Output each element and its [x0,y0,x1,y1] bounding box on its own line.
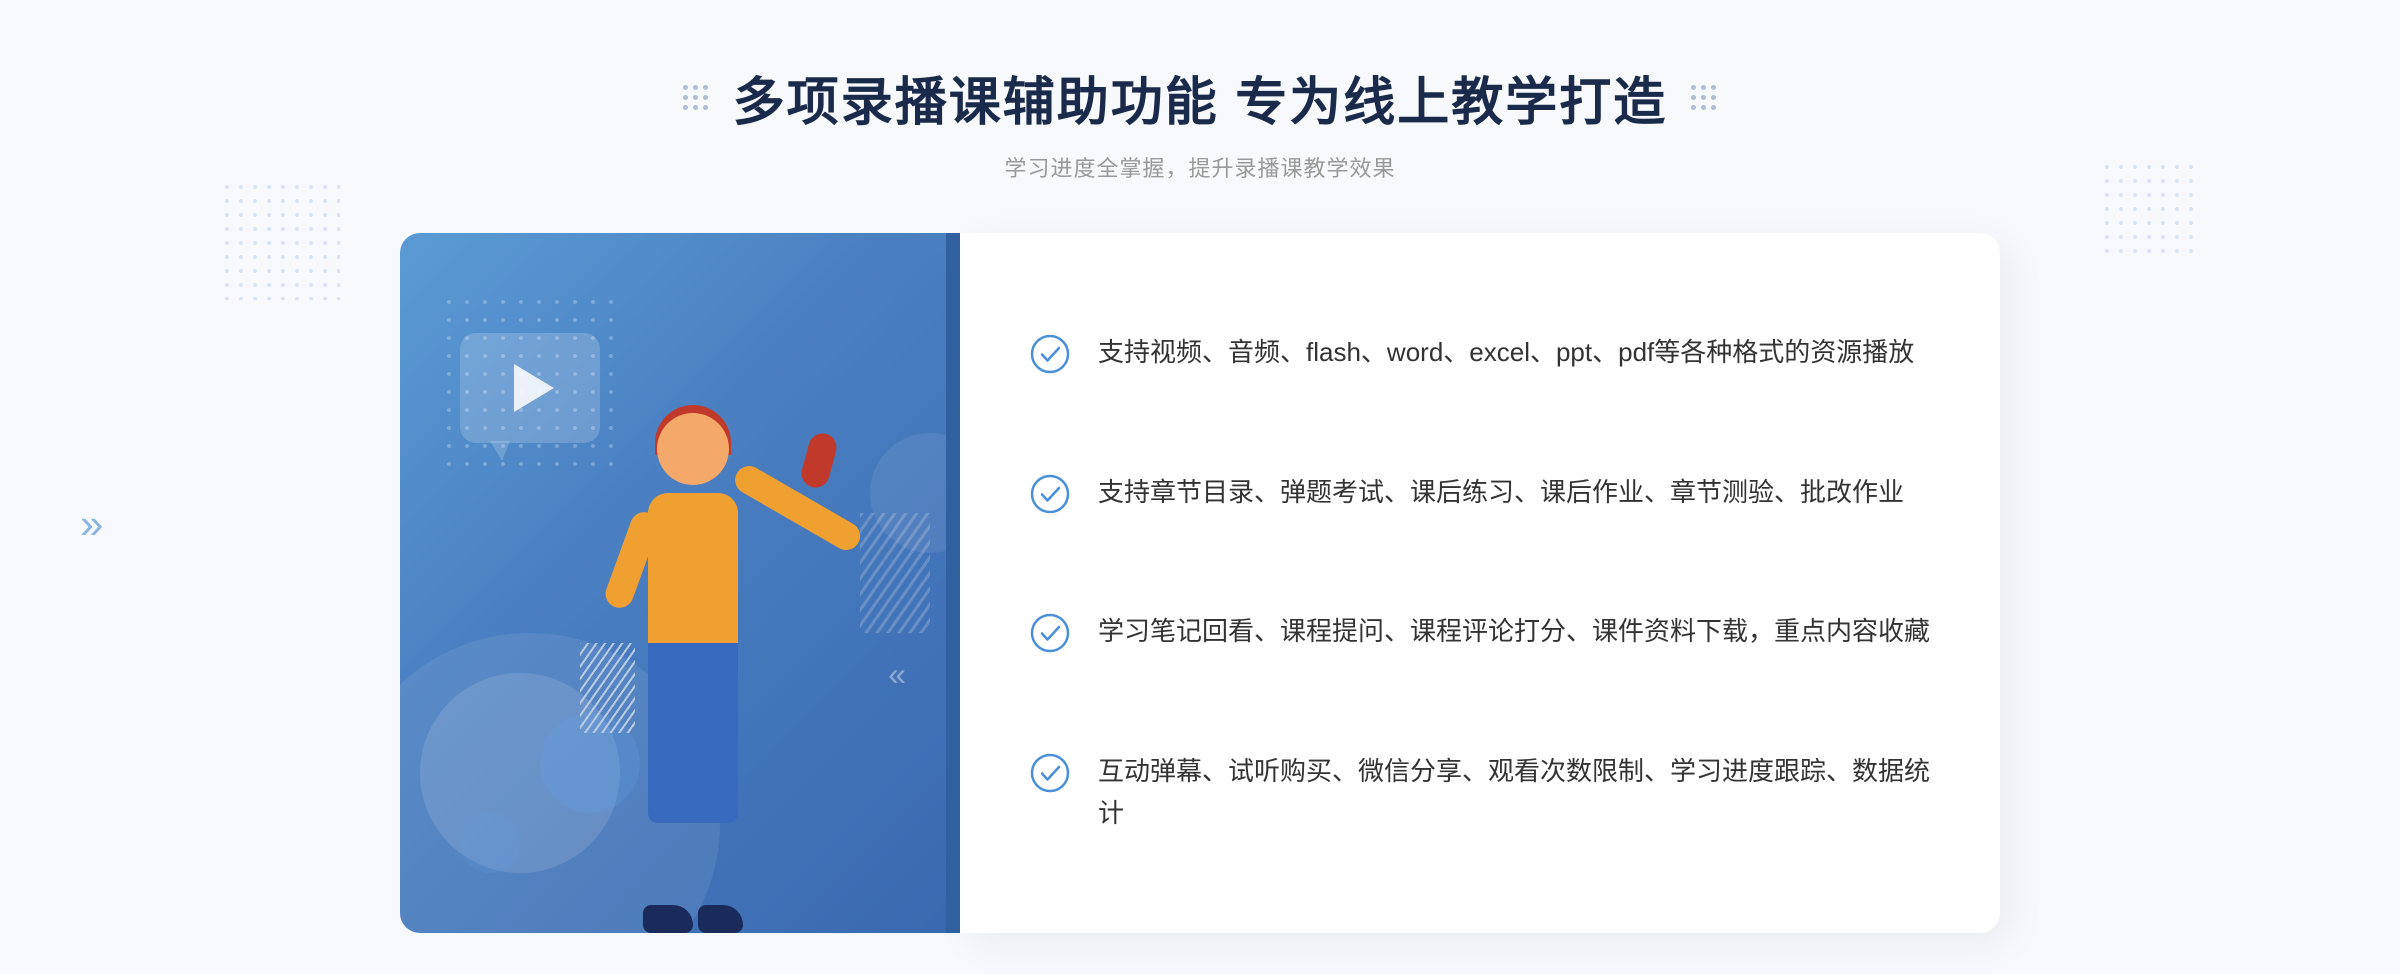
person-arm-right [730,461,865,555]
person-shoe-left [643,905,693,933]
feature-text-3: 学习笔记回看、课程提问、课程评论打分、课件资料下载，重点内容收藏 [1098,611,1930,653]
sub-title: 学习进度全掌握，提升录播课教学效果 [683,151,1717,183]
feature-text-1: 支持视频、音频、flash、word、excel、ppt、pdf等各种格式的资源… [1098,332,1914,374]
feature-item-1: 支持视频、音频、flash、word、excel、ppt、pdf等各种格式的资源… [1030,316,1930,390]
dots-decoration-right [2100,160,2200,260]
feature-text-2: 支持章节目录、弹题考试、课后练习、课后作业、章节测验、批改作业 [1098,472,1904,514]
feature-item-3: 学习笔记回看、课程提问、课程评论打分、课件资料下载，重点内容收藏 [1030,595,1930,669]
play-icon [514,364,554,412]
deco-stripes-left [580,643,635,733]
feature-item-2: 支持章节目录、弹题考试、课后练习、课后作业、章节测验、批改作业 [1030,456,1930,530]
features-panel: 支持视频、音频、flash、word、excel、ppt、pdf等各种格式的资源… [960,233,2000,933]
check-icon-4 [1030,753,1070,793]
check-icon-2 [1030,474,1070,514]
feature-item-4: 互动弹幕、试听购买、微信分享、观看次数限制、学习进度跟踪、数据统计 [1030,735,1930,850]
header-deco-left [683,85,709,111]
vertical-bar [946,233,960,933]
page-wrapper: » 多项录播课辅助功能 专为线上教学打造 学习进度全掌握，提升录播课教学效果 [0,0,2400,974]
header-title-row: 多项录播课辅助功能 专为线上教学打造 [683,60,1717,135]
illus-stripes [860,513,930,633]
header-deco-right [1691,85,1717,111]
dot-grid-right [1691,85,1717,111]
check-icon-1 [1030,334,1070,374]
dots-decoration-left [220,180,340,300]
feature-text-4: 互动弹幕、试听购买、微信分享、观看次数限制、学习进度跟踪、数据统计 [1098,751,1930,834]
person-shoe-right [698,905,743,933]
dot-grid-left [683,85,709,111]
person-pants [648,643,738,823]
person-head [657,413,729,485]
header-section: 多项录播课辅助功能 专为线上教学打造 学习进度全掌握，提升录播课教学效果 [683,60,1717,183]
illus-chevrons: « [888,656,900,693]
check-icon-3 [1030,613,1070,653]
main-title: 多项录播课辅助功能 专为线上教学打造 [733,60,1667,135]
chevron-left-decoration: » [80,500,95,548]
illustration-panel: « [400,233,960,933]
content-area: « [400,233,2000,933]
person-hair-ponytail [798,430,839,490]
deco-circle-blue2 [460,813,520,873]
person-body [648,493,738,653]
